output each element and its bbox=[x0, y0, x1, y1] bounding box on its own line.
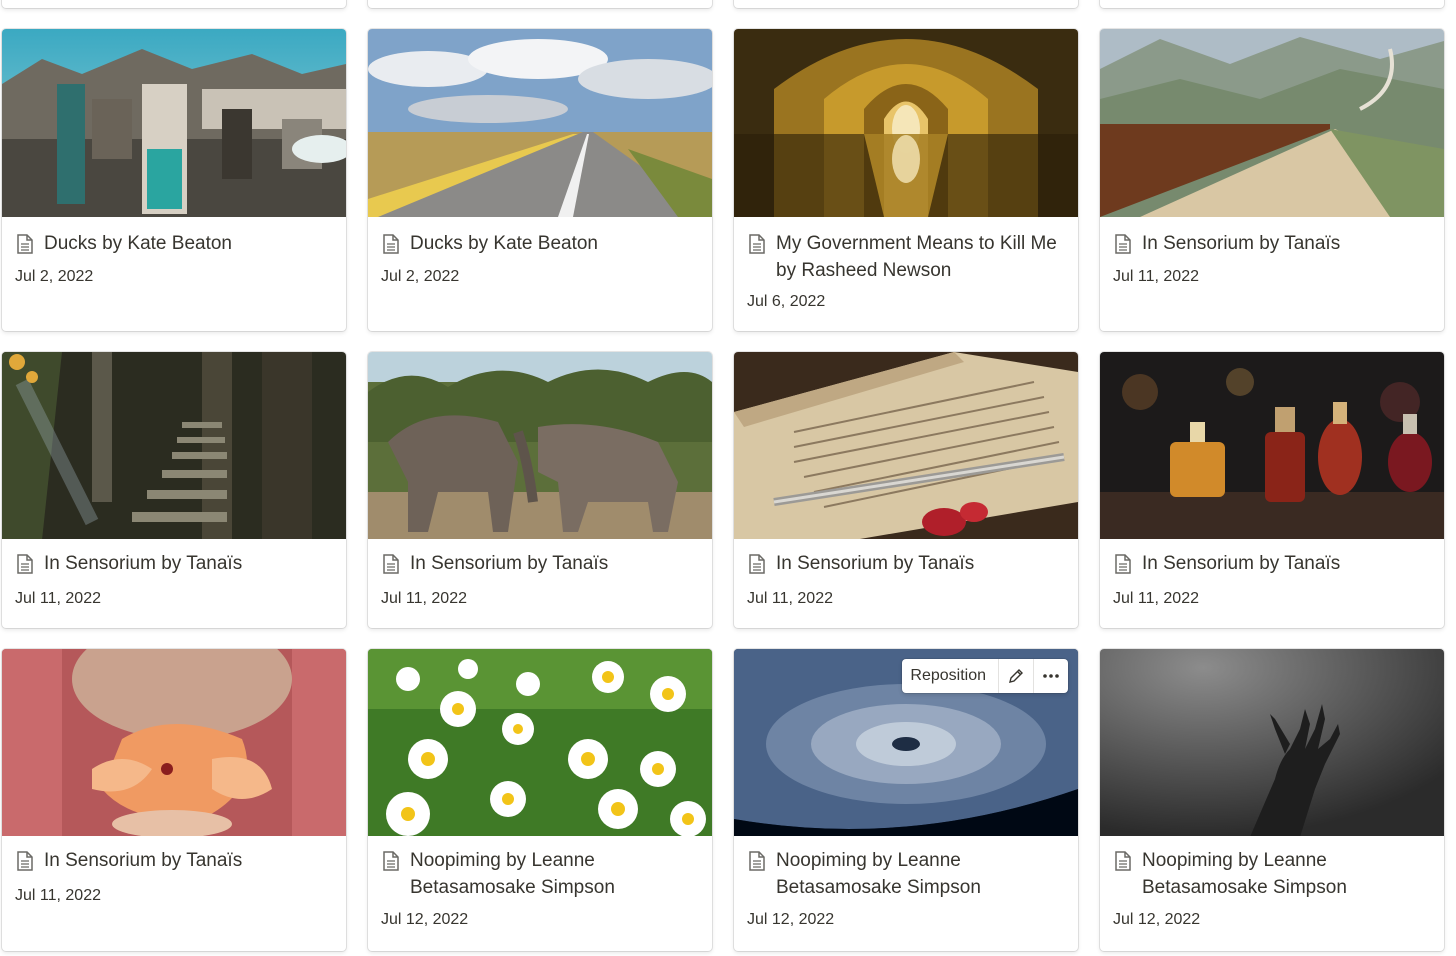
perfume-bottles-cover bbox=[1100, 352, 1444, 539]
gallery-card[interactable]: Ducks by Kate Beaton Jul 2, 2022 bbox=[2, 29, 346, 331]
gallery-card[interactable]: Ducks by Kate Beaton Jul 2, 2022 bbox=[368, 29, 712, 331]
gallery-card[interactable]: Noopiming by Leanne Betasamosake Simpson… bbox=[368, 649, 712, 951]
page-icon bbox=[749, 234, 765, 254]
card-date: Jul 2, 2022 bbox=[15, 268, 94, 285]
page-icon bbox=[749, 851, 765, 871]
card-date: Jul 11, 2022 bbox=[1113, 268, 1199, 285]
page-icon bbox=[17, 234, 33, 254]
card-partial[interactable] bbox=[368, 0, 712, 8]
page-icon bbox=[1115, 234, 1131, 254]
page-icon bbox=[749, 554, 765, 574]
gallery-card[interactable]: In Sensorium by Tanaïs Jul 11, 2022 bbox=[1100, 29, 1444, 331]
card-title: Ducks by Kate Beaton bbox=[410, 233, 598, 254]
card-date: Jul 11, 2022 bbox=[1113, 590, 1199, 607]
card-title: Noopiming by Leanne Betasamosake Simpson bbox=[1142, 850, 1347, 898]
card-date: Jul 2, 2022 bbox=[381, 268, 460, 285]
card-partial[interactable] bbox=[734, 0, 1078, 8]
road-cover bbox=[368, 29, 712, 217]
reposition-button[interactable]: Reposition bbox=[902, 659, 999, 693]
card-date: Jul 6, 2022 bbox=[747, 293, 826, 310]
card-title: My Government Means to Kill Me by Rashee… bbox=[776, 233, 1057, 281]
page-icon bbox=[17, 554, 33, 574]
card-title: In Sensorium by Tanaïs bbox=[410, 553, 609, 574]
card-date: Jul 11, 2022 bbox=[15, 590, 101, 607]
card-title: In Sensorium by Tanaïs bbox=[1142, 553, 1341, 574]
card-title: Noopiming by Leanne Betasamosake Simpson bbox=[776, 850, 981, 898]
gallery-card[interactable]: My Government Means to Kill Me by Rashee… bbox=[734, 29, 1078, 331]
more-icon[interactable] bbox=[1034, 659, 1068, 693]
cover-menu: Reposition bbox=[902, 659, 1068, 693]
gallery-card[interactable]: In Sensorium by Tanaïs Jul 11, 2022 bbox=[734, 352, 1078, 628]
underwater-hand-cover bbox=[1100, 649, 1444, 836]
card-date: Jul 12, 2022 bbox=[747, 911, 835, 928]
miners-cover bbox=[2, 29, 346, 217]
arches-cover bbox=[734, 29, 1078, 217]
pencil-icon[interactable] bbox=[999, 659, 1034, 693]
card-title: In Sensorium by Tanaïs bbox=[776, 553, 975, 574]
card-title: Noopiming by Leanne Betasamosake Simpson bbox=[410, 850, 615, 898]
card-date: Jul 11, 2022 bbox=[747, 590, 833, 607]
gallery-card[interactable]: Noopiming by Leanne Betasamosake Simpson… bbox=[1100, 649, 1444, 951]
page-icon bbox=[383, 234, 399, 254]
forest-stairs-cover bbox=[2, 352, 346, 539]
flower-smell-cover bbox=[2, 649, 346, 836]
card-date: Jul 12, 2022 bbox=[1113, 911, 1201, 928]
card-date: Jul 11, 2022 bbox=[15, 887, 101, 904]
card-date: Jul 12, 2022 bbox=[381, 911, 469, 928]
page-icon bbox=[383, 851, 399, 871]
gallery-card[interactable]: Reposition Noopiming by Leanne Betasamos… bbox=[734, 649, 1078, 951]
gallery-card[interactable]: In Sensorium by Tanaïs Jul 11, 2022 bbox=[2, 649, 346, 951]
card-title: In Sensorium by Tanaïs bbox=[1142, 233, 1341, 254]
card-partial[interactable] bbox=[1100, 0, 1444, 8]
gallery-card[interactable]: In Sensorium by Tanaïs Jul 11, 2022 bbox=[2, 352, 346, 628]
border-wall-cover bbox=[1100, 29, 1444, 217]
elephants-cover bbox=[368, 352, 712, 539]
card-partial[interactable] bbox=[2, 0, 346, 8]
page-icon bbox=[17, 851, 33, 871]
book-pen-cover bbox=[734, 352, 1078, 539]
page-icon bbox=[1115, 554, 1131, 574]
card-title: In Sensorium by Tanaïs bbox=[44, 553, 243, 574]
card-title: In Sensorium by Tanaïs bbox=[44, 850, 243, 871]
gallery-card[interactable]: In Sensorium by Tanaïs Jul 11, 2022 bbox=[1100, 352, 1444, 628]
hurricane-cover: Reposition bbox=[734, 649, 1078, 836]
gallery-card[interactable]: In Sensorium by Tanaïs Jul 11, 2022 bbox=[368, 352, 712, 628]
card-title: Ducks by Kate Beaton bbox=[44, 233, 232, 254]
daisies-cover bbox=[368, 649, 712, 836]
page-icon bbox=[383, 554, 399, 574]
card-date: Jul 11, 2022 bbox=[381, 590, 467, 607]
page-icon bbox=[1115, 851, 1131, 871]
